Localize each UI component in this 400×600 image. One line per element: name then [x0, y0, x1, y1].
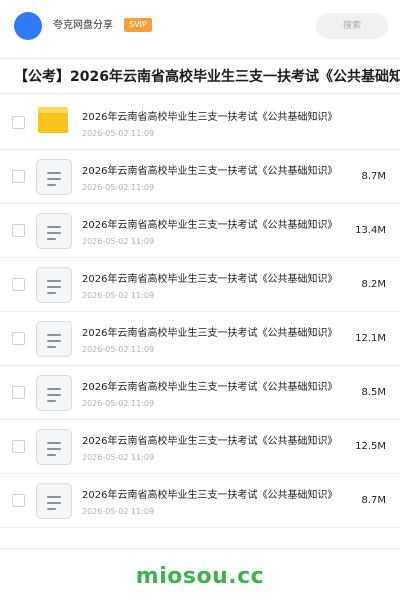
row-checkbox[interactable] — [12, 494, 25, 507]
page-title: 【公考】2026年云南省高校毕业生三支一扶考试《公共基础知识》 — [14, 69, 400, 85]
footer-divider — [0, 548, 400, 549]
row-checkbox[interactable] — [12, 224, 25, 237]
file-size: 12.5M — [355, 441, 386, 452]
app-header: 夸克网盘分享 SVIP 搜索 — [0, 0, 400, 54]
row-checkbox[interactable] — [12, 116, 25, 129]
file-size: 12.1M — [355, 333, 386, 344]
file-name: 2026年云南省高校毕业生三支一扶考试《公共基础知识》 — [82, 112, 338, 123]
file-size: 8.2M — [361, 279, 386, 290]
row-checkbox[interactable] — [12, 170, 25, 183]
list-item[interactable]: 2026年云南省高校毕业生三支一扶考试《公共基础知识》 2026-05-02 1… — [0, 96, 400, 150]
file-date: 2026-05-02 11:09 — [82, 453, 155, 462]
avatar[interactable] — [14, 12, 42, 40]
file-size: 8.7M — [361, 495, 386, 506]
file-date: 2026-05-02 11:09 — [82, 129, 155, 138]
site-watermark: miosou.cc — [135, 564, 265, 589]
file-size: 8.5M — [361, 387, 386, 398]
file-date: 2026-05-02 11:09 — [82, 507, 155, 516]
file-name: 2026年云南省高校毕业生三支一扶考试《公共基础知识》 — [82, 328, 338, 339]
file-name: 2026年云南省高校毕业生三支一扶考试《公共基础知识》 — [82, 166, 338, 177]
file-name: 2026年云南省高校毕业生三支一扶考试《公共基础知识》 — [82, 382, 338, 393]
file-date: 2026-05-02 11:09 — [82, 291, 155, 300]
list-item[interactable]: 2026年云南省高校毕业生三支一扶考试《公共基础知识》 2026-05-02 1… — [0, 150, 400, 204]
file-size: 8.7M — [361, 171, 386, 182]
document-icon — [36, 159, 72, 195]
file-date: 2026-05-02 11:09 — [82, 399, 155, 408]
file-name: 2026年云南省高校毕业生三支一扶考试《公共基础知识》 — [82, 436, 338, 447]
list-item[interactable]: 2026年云南省高校毕业生三支一扶考试《公共基础知识》 2026-05-02 1… — [0, 474, 400, 528]
row-checkbox[interactable] — [12, 332, 25, 345]
share-title-bar: 【公考】2026年云南省高校毕业生三支一扶考试《公共基础知识》 — [0, 58, 400, 94]
file-name: 2026年云南省高校毕业生三支一扶考试《公共基础知识》 — [82, 274, 338, 285]
row-checkbox[interactable] — [12, 278, 25, 291]
document-icon — [36, 375, 72, 411]
file-date: 2026-05-02 11:09 — [82, 345, 155, 354]
document-icon — [36, 429, 72, 465]
file-date: 2026-05-02 11:09 — [82, 237, 155, 246]
file-name: 2026年云南省高校毕业生三支一扶考试《公共基础知识》 — [82, 490, 338, 501]
list-item[interactable]: 2026年云南省高校毕业生三支一扶考试《公共基础知识》 2026-05-02 1… — [0, 366, 400, 420]
search-input[interactable]: 搜索 — [316, 13, 388, 39]
list-item[interactable]: 2026年云南省高校毕业生三支一扶考试《公共基础知识》 2026-05-02 1… — [0, 312, 400, 366]
svip-badge: SVIP — [124, 18, 152, 32]
file-size: 13.4M — [355, 225, 386, 236]
row-checkbox[interactable] — [12, 386, 25, 399]
file-list: 2026年云南省高校毕业生三支一扶考试《公共基础知识》 2026-05-02 1… — [0, 96, 400, 528]
brand-name: 夸克网盘分享 — [53, 20, 113, 31]
list-item[interactable]: 2026年云南省高校毕业生三支一扶考试《公共基础知识》 2026-05-02 1… — [0, 420, 400, 474]
document-icon — [36, 213, 72, 249]
row-checkbox[interactable] — [12, 440, 25, 453]
file-date: 2026-05-02 11:09 — [82, 183, 155, 192]
list-item[interactable]: 2026年云南省高校毕业生三支一扶考试《公共基础知识》 2026-05-02 1… — [0, 258, 400, 312]
document-icon — [36, 321, 72, 357]
document-icon — [36, 267, 72, 303]
list-item[interactable]: 2026年云南省高校毕业生三支一扶考试《公共基础知识》 2026-05-02 1… — [0, 204, 400, 258]
file-name: 2026年云南省高校毕业生三支一扶考试《公共基础知识》 — [82, 220, 338, 231]
folder-icon — [38, 107, 68, 133]
document-icon — [36, 483, 72, 519]
